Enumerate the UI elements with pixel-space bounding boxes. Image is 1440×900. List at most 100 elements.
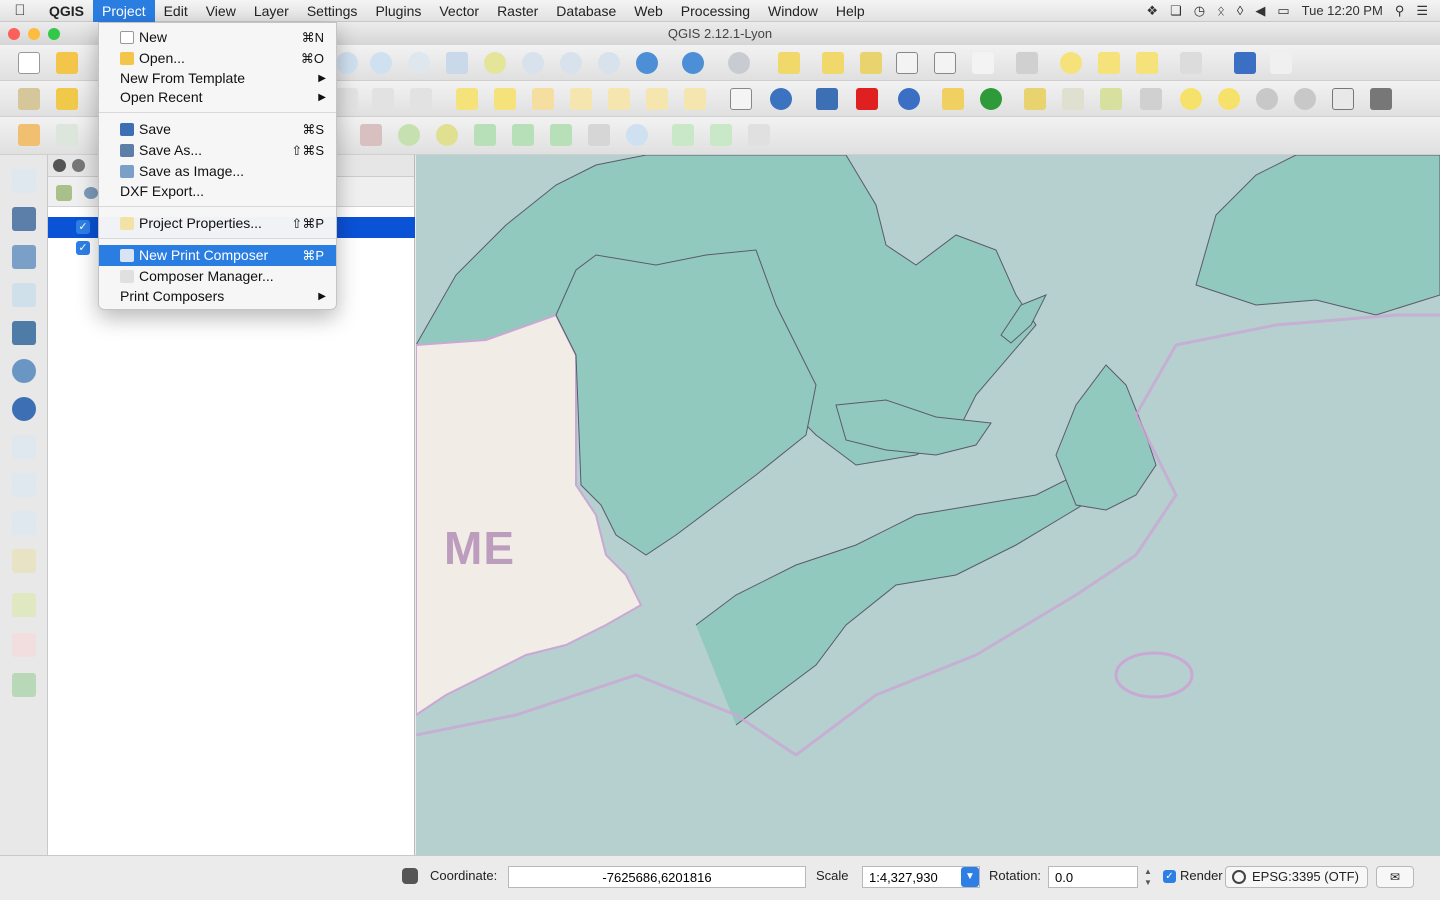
remove-vertex-icon[interactable] xyxy=(1256,88,1278,110)
add-vertex-icon[interactable] xyxy=(1218,88,1240,110)
coordinate-field[interactable] xyxy=(508,866,806,888)
capture-feature-icon[interactable] xyxy=(18,124,40,146)
identify-features-icon[interactable] xyxy=(682,52,704,74)
merge-attributes-icon[interactable] xyxy=(588,124,610,146)
metasearch-csw-icon[interactable] xyxy=(730,88,752,110)
undo-history-icon[interactable] xyxy=(898,88,920,110)
toggle-extents-coordinate-icon[interactable] xyxy=(402,868,418,884)
trace-tool-icon[interactable] xyxy=(1100,88,1122,110)
canada-plugin-icon[interactable] xyxy=(856,88,878,110)
open-project-icon[interactable] xyxy=(56,52,78,74)
new-spatialite-layer-icon[interactable] xyxy=(12,549,36,573)
run-feature-action-icon[interactable] xyxy=(728,52,750,74)
offset-tool-icon[interactable] xyxy=(1140,88,1162,110)
menu-raster[interactable]: Raster xyxy=(488,0,547,22)
dropbox-icon[interactable]: ❖ xyxy=(1146,3,1158,19)
text-annotation-icon[interactable] xyxy=(1180,52,1202,74)
add-part-icon[interactable] xyxy=(672,124,694,146)
cut-features-icon[interactable] xyxy=(336,88,358,110)
volume-icon[interactable]: ◀ xyxy=(1255,3,1265,19)
add-delimited-text-layer-icon[interactable] xyxy=(12,593,36,617)
menu-processing[interactable]: Processing xyxy=(672,0,759,22)
new-bookmark-icon[interactable] xyxy=(1098,52,1120,74)
layer-visibility-checkbox[interactable]: ✓ xyxy=(76,241,90,255)
menu-item-project-properties[interactable]: Project Properties... ⇧⌘P xyxy=(99,213,336,234)
zoom-out-icon[interactable] xyxy=(370,52,392,74)
add-gpx-layer-icon[interactable] xyxy=(12,673,36,697)
menu-item-dxf-export[interactable]: DXF Export... xyxy=(99,181,336,202)
refresh-icon[interactable] xyxy=(636,52,658,74)
measure-line-icon[interactable] xyxy=(1016,52,1038,74)
menu-settings[interactable]: Settings xyxy=(298,0,367,22)
menu-layer[interactable]: Layer xyxy=(245,0,298,22)
simplify-feature-icon[interactable] xyxy=(748,124,770,146)
menu-item-composer-manager[interactable]: Composer Manager... xyxy=(99,266,336,287)
fill-ring-icon[interactable] xyxy=(398,124,420,146)
deselect-features-icon[interactable] xyxy=(822,52,844,74)
manage-layer-visibility-icon[interactable] xyxy=(84,187,98,199)
menu-plugins[interactable]: Plugins xyxy=(366,0,430,22)
close-panel-icon[interactable] xyxy=(53,159,66,172)
menu-item-save-as-image[interactable]: Save as Image... xyxy=(99,161,336,182)
rotate-point-symbols-icon[interactable] xyxy=(626,124,648,146)
menu-vector[interactable]: Vector xyxy=(430,0,488,22)
menu-window[interactable]: Window xyxy=(759,0,827,22)
render-checkbox[interactable]: ✓ xyxy=(1163,870,1176,883)
change-label-icon[interactable] xyxy=(684,88,706,110)
zoom-in-icon[interactable] xyxy=(336,52,358,74)
zoom-window-icon[interactable] xyxy=(48,28,60,40)
menu-item-new[interactable]: New ⌘N xyxy=(99,27,336,48)
menu-database[interactable]: Database xyxy=(547,0,625,22)
show-bookmarks-icon[interactable] xyxy=(1136,52,1158,74)
help-contents-icon[interactable] xyxy=(1234,52,1256,74)
add-postgis-layer-icon[interactable] xyxy=(12,245,36,269)
grid-tool-icon[interactable] xyxy=(1332,88,1354,110)
pin-labels-icon[interactable] xyxy=(532,88,554,110)
new-shapefile-layer-icon[interactable] xyxy=(12,511,36,535)
current-edits-icon[interactable] xyxy=(18,88,40,110)
diagram-options-icon[interactable] xyxy=(494,88,516,110)
menu-item-save[interactable]: Save ⌘S xyxy=(99,119,336,140)
add-ring-icon[interactable] xyxy=(710,124,732,146)
python-console-icon[interactable] xyxy=(816,88,838,110)
plugin-bug-icon[interactable] xyxy=(980,88,1002,110)
add-wfs-layer-icon[interactable] xyxy=(12,473,36,497)
menu-app-name[interactable]: QGIS xyxy=(40,0,93,22)
time-machine-icon[interactable]: ◷ xyxy=(1194,3,1205,19)
bluetooth-icon[interactable]: ᛟ xyxy=(1217,3,1225,18)
copy-features-icon[interactable] xyxy=(372,88,394,110)
zoom-native-icon[interactable] xyxy=(408,52,430,74)
digitize-tool-icon[interactable] xyxy=(942,88,964,110)
menu-item-new-from-template[interactable]: New From Template ▶ xyxy=(99,68,336,89)
add-wms-layer-icon[interactable] xyxy=(770,88,792,110)
close-window-icon[interactable] xyxy=(8,28,20,40)
menu-project[interactable]: Project xyxy=(93,0,155,22)
select-by-expression-icon[interactable] xyxy=(860,52,882,74)
screen-share-icon[interactable]: ❏ xyxy=(1170,3,1182,19)
zoom-to-layer-icon[interactable] xyxy=(522,52,544,74)
rotate-label-icon[interactable] xyxy=(646,88,668,110)
zoom-next-icon[interactable] xyxy=(598,52,620,74)
clock[interactable]: Tue 12:20 PM xyxy=(1302,3,1383,18)
add-vector-layer-icon[interactable] xyxy=(12,169,36,193)
move-vertex-icon[interactable] xyxy=(1294,88,1316,110)
raster-calculator-icon[interactable] xyxy=(1370,88,1392,110)
field-calculator-icon[interactable] xyxy=(934,52,956,74)
attribute-table-icon[interactable] xyxy=(896,52,918,74)
add-spatialite-layer-icon[interactable] xyxy=(12,283,36,307)
reshape-features-icon[interactable] xyxy=(436,124,458,146)
rotation-stepper-icon[interactable]: ▲ ▼ xyxy=(1142,866,1154,888)
log-messages-icon[interactable]: ✉ xyxy=(1376,866,1414,888)
statistical-summary-icon[interactable] xyxy=(972,52,994,74)
new-project-icon[interactable] xyxy=(18,52,40,74)
menu-edit[interactable]: Edit xyxy=(155,0,197,22)
move-label-icon[interactable] xyxy=(608,88,630,110)
layer-visibility-checkbox[interactable]: ✓ xyxy=(76,220,90,234)
whats-this-icon[interactable] xyxy=(1270,52,1292,74)
zoom-full-icon[interactable] xyxy=(446,52,468,74)
menu-item-print-composers[interactable]: Print Composers ▶ xyxy=(99,286,336,307)
add-group-icon[interactable] xyxy=(56,185,72,201)
apple-menu-icon[interactable]:  xyxy=(0,2,40,19)
show-hide-labels-icon[interactable] xyxy=(570,88,592,110)
menu-view[interactable]: View xyxy=(197,0,245,22)
